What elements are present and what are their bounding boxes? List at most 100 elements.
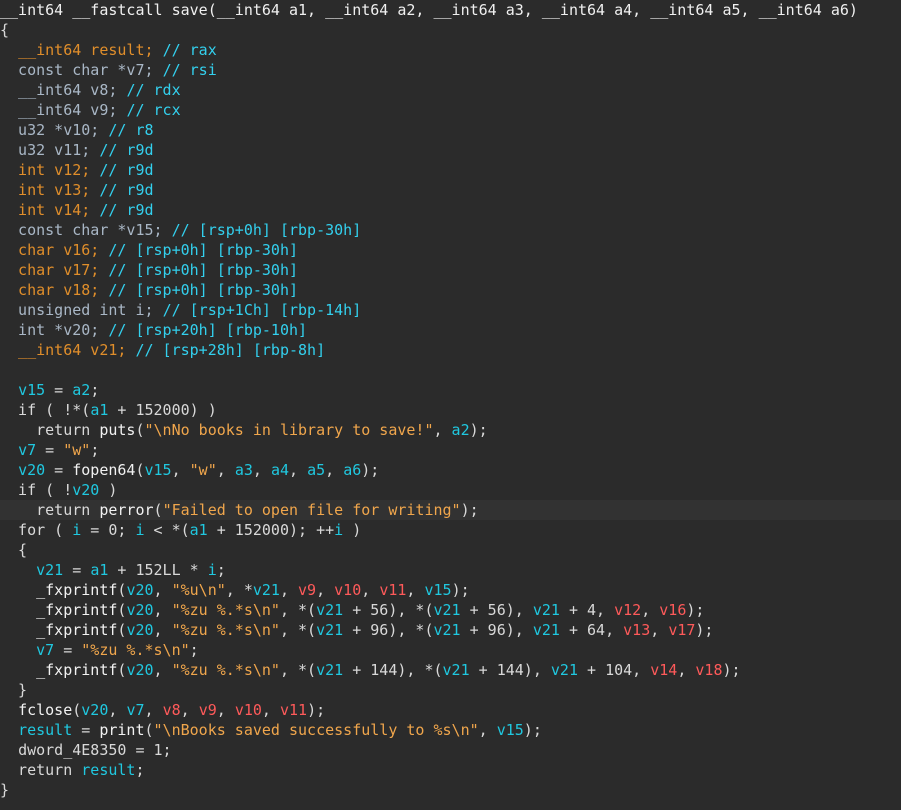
code-token: fopen64 [72, 461, 136, 479]
code-token: a1 [90, 401, 109, 419]
code-token: { [0, 541, 28, 559]
code-token: "%zu %.*s\n" [171, 661, 280, 679]
code-line[interactable]: dword_4E8350 = 1; [0, 740, 901, 760]
code-token: , [252, 461, 271, 479]
code-token: v12 [614, 601, 642, 619]
code-token: v21 [316, 601, 344, 619]
code-token: , [433, 421, 452, 439]
code-token: ); [361, 461, 380, 479]
code-token: const char *v7; [0, 61, 163, 79]
code-token: // r9d [99, 181, 154, 199]
code-token: _fxprintf [36, 661, 118, 679]
code-token: ; [90, 381, 100, 399]
code-line[interactable] [0, 360, 901, 380]
code-line[interactable]: _fxprintf(v20, "%zu %.*s\n", *(v21 + 96)… [0, 620, 901, 640]
code-line[interactable]: } [0, 780, 901, 800]
code-line[interactable]: if ( !*(a1 + 152000) ) [0, 400, 901, 420]
code-line[interactable]: return perror("Failed to open file for w… [0, 500, 901, 520]
code-token: // rsi [162, 61, 217, 79]
code-token: v20 [81, 701, 109, 719]
code-token: + 56), [460, 601, 533, 619]
code-line[interactable]: char v16; // [rsp+0h] [rbp-30h] [0, 240, 901, 260]
code-line[interactable]: const char *v15; // [rsp+0h] [rbp-30h] [0, 220, 901, 240]
code-token: perror [99, 501, 154, 519]
code-line[interactable]: char v17; // [rsp+0h] [rbp-30h] [0, 260, 901, 280]
code-line[interactable]: __int64 v8; // rdx [0, 80, 901, 100]
code-token: v21 [442, 661, 470, 679]
code-line[interactable]: v21 = a1 + 152LL * i; [0, 560, 901, 580]
code-token: "\nNo books in library to save!" [144, 421, 434, 439]
code-line[interactable]: return result; [0, 760, 901, 780]
code-line[interactable]: __int64 v9; // rcx [0, 100, 901, 120]
code-token: ); [695, 621, 714, 639]
code-line[interactable]: int *v20; // [rsp+20h] [rbp-10h] [0, 320, 901, 340]
code-line[interactable]: } [0, 680, 901, 700]
code-token: + 144), [469, 661, 551, 679]
code-token: u32 *v10; [0, 121, 109, 139]
code-line[interactable]: v7 = "%zu %.*s\n"; [0, 640, 901, 660]
code-line[interactable]: v20 = fopen64(v15, "w", a3, a4, a5, a6); [0, 460, 901, 480]
code-token: v10 [334, 581, 362, 599]
code-line[interactable]: u32 *v10; // r8 [0, 120, 901, 140]
code-token: v20 [126, 601, 154, 619]
code-token: v20 [72, 481, 100, 499]
code-line[interactable]: int v13; // r9d [0, 180, 901, 200]
code-token: a6 [343, 461, 362, 479]
code-token: + 64, [559, 621, 624, 639]
code-line[interactable]: return puts("\nNo books in library to sa… [0, 420, 901, 440]
code-token: _fxprintf [36, 621, 118, 639]
code-token: v21 [36, 561, 64, 579]
code-line[interactable]: _fxprintf(v20, "%u\n", *v21, v9, v10, v1… [0, 580, 901, 600]
code-line[interactable]: __int64 result; // rax [0, 40, 901, 60]
code-line[interactable]: int v14; // r9d [0, 200, 901, 220]
code-token: a5 [307, 461, 326, 479]
code-token: , [279, 581, 299, 599]
code-line[interactable]: char v18; // [rsp+0h] [rbp-30h] [0, 280, 901, 300]
pseudocode-view[interactable]: __int64 __fastcall save(__int64 a1, __in… [0, 0, 901, 810]
code-token: v17 [668, 621, 696, 639]
code-token: a2 [72, 381, 91, 399]
code-token: = 1; [126, 741, 172, 759]
code-token: _fxprintf [36, 601, 118, 619]
code-line[interactable]: for ( i = 0; i < *(a1 + 152000); ++i ) [0, 520, 901, 540]
code-line[interactable]: __int64 __fastcall save(__int64 a1, __in… [0, 0, 901, 20]
code-token: v20 [18, 461, 46, 479]
code-line[interactable]: v15 = a2; [0, 380, 901, 400]
code-token: v21 [316, 661, 344, 679]
code-line[interactable]: { [0, 20, 901, 40]
code-token: v20 [126, 581, 154, 599]
code-token: "Failed to open file for writing" [162, 501, 461, 519]
code-token: return [0, 501, 100, 519]
code-line[interactable]: __int64 v21; // [rsp+28h] [rbp-8h] [0, 340, 901, 360]
code-token: v14 [650, 661, 678, 679]
code-line[interactable]: int v12; // r9d [0, 160, 901, 180]
code-line[interactable]: v7 = "w"; [0, 440, 901, 460]
code-line[interactable]: _fxprintf(v20, "%zu %.*s\n", *(v21 + 144… [0, 660, 901, 680]
code-token: , [650, 621, 669, 639]
code-token: v13 [623, 621, 651, 639]
code-token: const char *v15; [0, 221, 172, 239]
code-line[interactable]: const char *v7; // rsi [0, 60, 901, 80]
code-token: for ( [0, 521, 73, 539]
code-token: __int64 v9; [0, 101, 127, 119]
code-line[interactable]: fclose(v20, v7, v8, v9, v10, v11); [0, 700, 901, 720]
code-line[interactable]: unsigned int i; // [rsp+1Ch] [rbp-14h] [0, 300, 901, 320]
code-token: = [36, 441, 64, 459]
code-token: , [171, 461, 190, 479]
code-token: // r9d [99, 161, 154, 179]
code-token: ( [153, 501, 163, 519]
code-token: if ( !*( [0, 401, 91, 419]
code-line[interactable]: { [0, 540, 901, 560]
code-token: "w" [189, 461, 217, 479]
code-token: , *( [279, 621, 317, 639]
code-token: = [72, 721, 100, 739]
code-line[interactable]: u32 v11; // r9d [0, 140, 901, 160]
code-line[interactable]: if ( !v20 ) [0, 480, 901, 500]
code-token: // [rsp+0h] [rbp-30h] [108, 281, 299, 299]
code-token: + 96), *( [343, 621, 434, 639]
code-line[interactable]: result = print("\nBooks saved successful… [0, 720, 901, 740]
code-token: // [rsp+20h] [rbp-10h] [108, 321, 308, 339]
code-line[interactable]: _fxprintf(v20, "%zu %.*s\n", *(v21 + 56)… [0, 600, 901, 620]
